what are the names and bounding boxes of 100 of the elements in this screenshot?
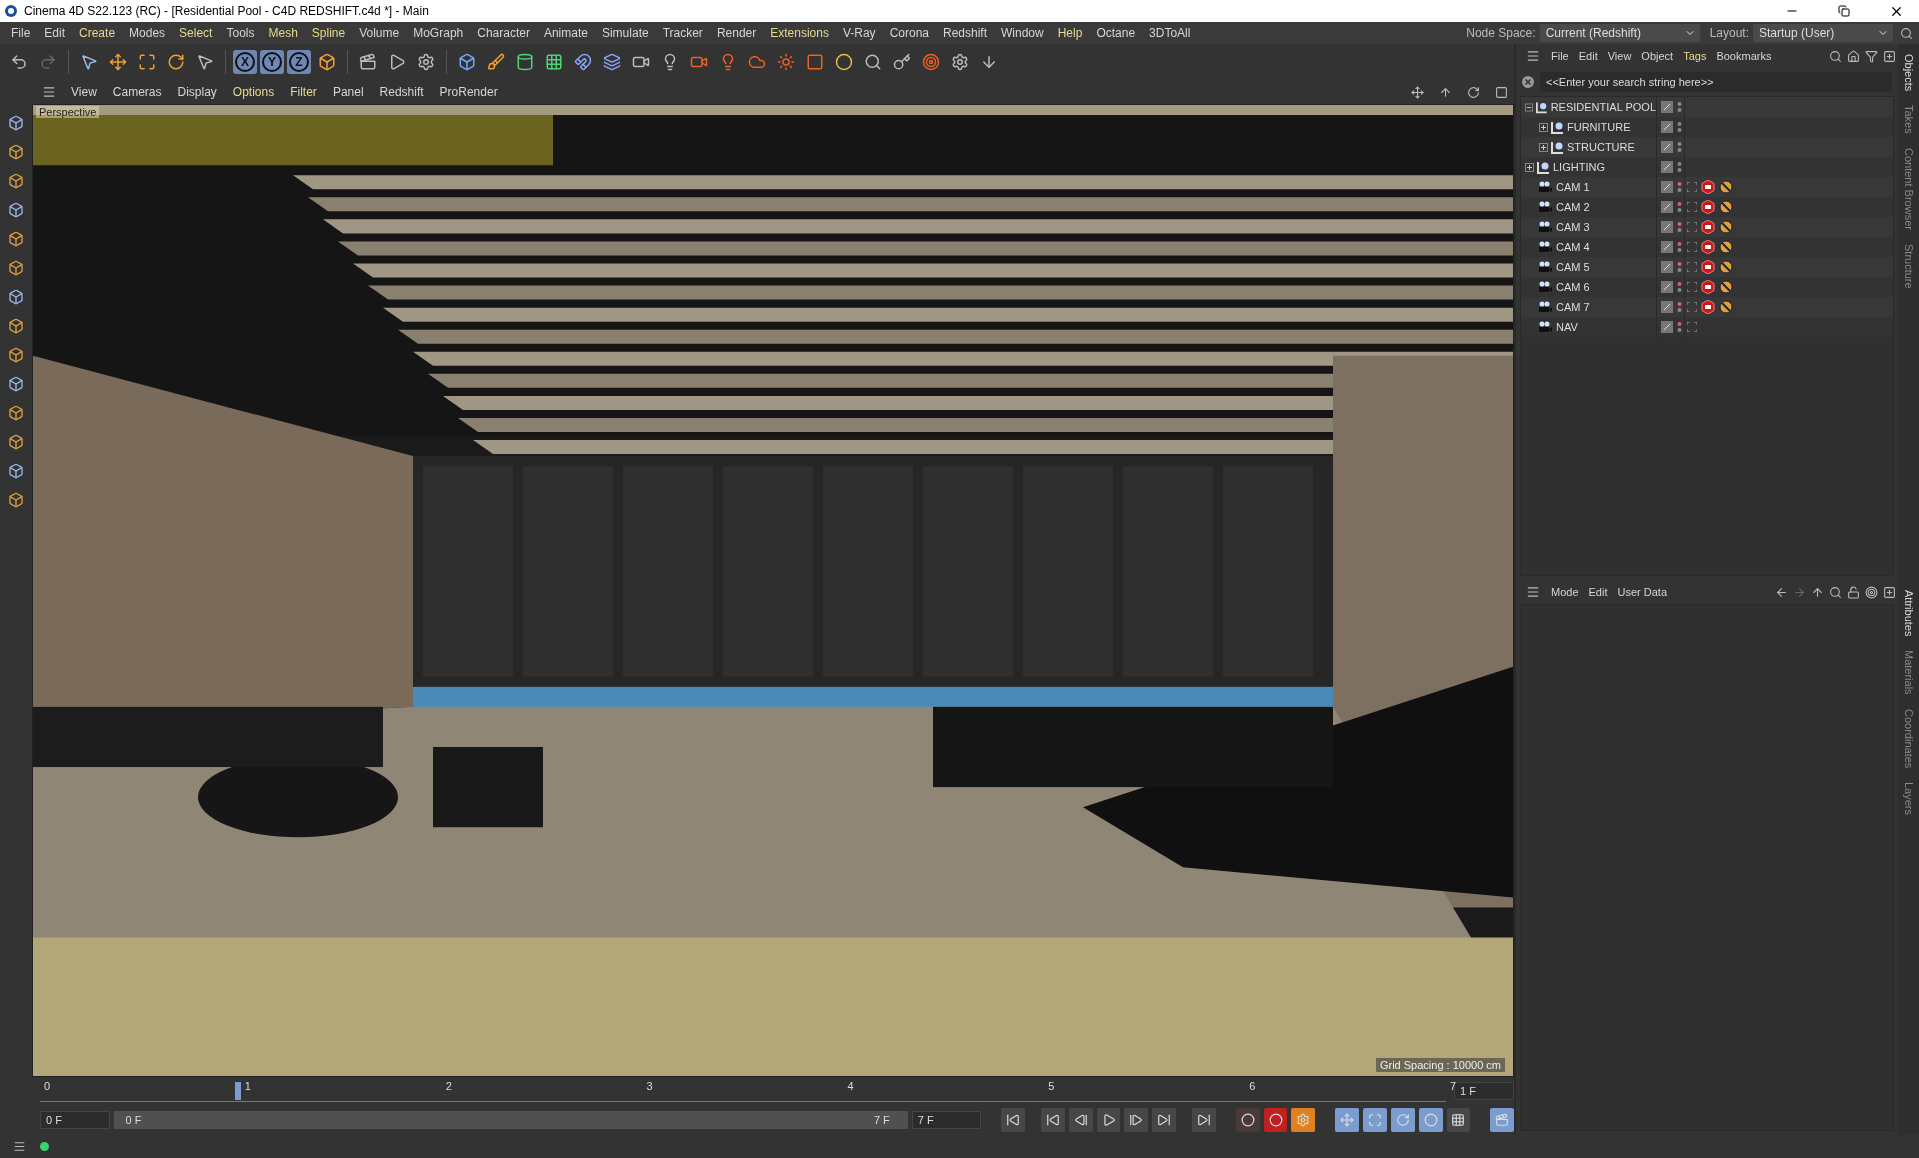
menu-item[interactable]: MoGraph — [406, 26, 471, 40]
visibility-dots-icon[interactable] — [1677, 161, 1682, 173]
menu-item[interactable]: Panel — [325, 85, 371, 99]
expand-icon[interactable] — [1525, 162, 1534, 172]
visibility-dots-icon[interactable] — [1677, 121, 1682, 133]
side-tab[interactable]: Content Browser — [1902, 148, 1915, 230]
search-field[interactable]: <<Enter your search string here>> — [1540, 72, 1892, 92]
menu-item[interactable]: Window — [994, 26, 1051, 40]
target-bracket-icon[interactable] — [1687, 322, 1697, 332]
menu-item[interactable]: Mesh — [261, 26, 305, 40]
record-icon[interactable] — [1263, 1108, 1288, 1132]
menu-item[interactable]: File — [4, 26, 38, 40]
protection-tag-icon[interactable] — [1719, 280, 1733, 294]
visibility-dots-icon[interactable] — [1677, 301, 1682, 313]
menu-item[interactable]: Octane — [1089, 26, 1143, 40]
visibility-dots-icon[interactable] — [1677, 241, 1682, 253]
target-bracket-icon[interactable] — [1687, 222, 1697, 232]
go-to-start-icon[interactable] — [1001, 1108, 1026, 1132]
side-tab[interactable]: Layers — [1902, 782, 1915, 816]
edit-toggle-icon[interactable] — [1661, 161, 1673, 173]
menu-item[interactable]: Edit — [1583, 586, 1613, 598]
menu-item[interactable]: Object — [1636, 50, 1679, 62]
render-camera-tag-icon[interactable] — [1701, 260, 1715, 274]
object-name[interactable]: CAM 2 — [1556, 201, 1590, 213]
object-name[interactable]: CAM 4 — [1556, 241, 1590, 253]
menu-item[interactable]: Tags — [1678, 50, 1712, 62]
menu-item[interactable]: Edit — [1573, 50, 1603, 62]
menu-item[interactable]: Edit — [37, 26, 73, 40]
render-camera-tag-icon[interactable] — [1701, 200, 1715, 214]
menu-item[interactable]: Options — [225, 85, 282, 99]
expand-icon[interactable] — [1539, 122, 1548, 132]
menu-item[interactable]: Tracker — [655, 26, 710, 40]
target-bracket-icon[interactable] — [1687, 242, 1697, 252]
menu-item[interactable]: Simulate — [594, 26, 656, 40]
object-row[interactable]: CAM 3 — [1521, 217, 1893, 237]
side-tab[interactable]: Materials — [1902, 650, 1915, 696]
protection-tag-icon[interactable] — [1719, 220, 1733, 234]
menu-item[interactable]: File — [1546, 50, 1574, 62]
frame-range-field[interactable]: 0 F 7 F — [113, 1111, 908, 1129]
menu-item[interactable]: Select — [172, 26, 220, 40]
edit-toggle-icon[interactable] — [1661, 261, 1673, 273]
menu-item[interactable]: User Data — [1612, 586, 1673, 598]
menu-item[interactable]: View — [1602, 50, 1637, 62]
object-row[interactable]: CAM 1 — [1521, 177, 1893, 197]
visibility-dots-icon[interactable] — [1677, 321, 1682, 333]
visibility-dots-icon[interactable] — [1677, 201, 1682, 213]
render-camera-tag-icon[interactable] — [1701, 280, 1715, 294]
parameter-key-icon[interactable] — [1418, 1108, 1443, 1132]
object-name[interactable]: CAM 5 — [1556, 261, 1590, 273]
menu-item[interactable]: Bookmarks — [1711, 50, 1777, 62]
move-key-icon[interactable] — [1335, 1108, 1360, 1132]
object-name[interactable]: LIGHTING — [1553, 161, 1605, 173]
end-frame-field[interactable]: 7 F — [911, 1111, 982, 1129]
target-bracket-icon[interactable] — [1687, 262, 1697, 272]
point-level-icon[interactable] — [1446, 1108, 1471, 1132]
object-name[interactable]: CAM 7 — [1556, 301, 1590, 313]
menu-item[interactable]: Redshift — [936, 26, 994, 40]
edit-toggle-icon[interactable] — [1661, 301, 1673, 313]
edit-toggle-icon[interactable] — [1661, 241, 1673, 253]
collapse-icon[interactable] — [1525, 102, 1534, 112]
axis-lock-button[interactable]: X — [233, 50, 257, 74]
object-name[interactable]: CAM 6 — [1556, 281, 1590, 293]
menu-item[interactable]: Create — [72, 26, 123, 40]
menu-item[interactable]: View — [64, 85, 104, 99]
go-to-end-icon[interactable] — [1192, 1108, 1216, 1132]
render-camera-tag-icon[interactable] — [1701, 300, 1715, 314]
menu-item[interactable]: Modes — [122, 26, 173, 40]
auto-key-icon[interactable] — [1291, 1108, 1316, 1132]
object-name[interactable]: CAM 1 — [1556, 181, 1590, 193]
axis-lock-button[interactable]: Y — [260, 50, 284, 74]
clear-search-icon[interactable] — [1522, 76, 1534, 88]
node-space-dropdown[interactable]: Current (Redshift) — [1539, 24, 1700, 42]
rotate-key-icon[interactable] — [1390, 1108, 1415, 1132]
step-back-icon[interactable] — [1068, 1108, 1093, 1132]
start-frame-field[interactable]: 0 F — [40, 1111, 110, 1129]
visibility-dots-icon[interactable] — [1677, 261, 1682, 273]
render-camera-tag-icon[interactable] — [1701, 240, 1715, 254]
object-name[interactable]: RESIDENTIAL POOL — [1550, 101, 1656, 113]
timeline-window-icon[interactable] — [1490, 1108, 1515, 1132]
edit-toggle-icon[interactable] — [1661, 181, 1673, 193]
object-name[interactable]: STRUCTURE — [1567, 141, 1635, 153]
protection-tag-icon[interactable] — [1719, 180, 1733, 194]
menu-item[interactable]: Corona — [882, 26, 936, 40]
protection-tag-icon[interactable] — [1719, 300, 1733, 314]
menu-item[interactable]: Character — [470, 26, 537, 40]
menu-item[interactable]: Tools — [219, 26, 262, 40]
target-bracket-icon[interactable] — [1687, 302, 1697, 312]
object-row[interactable]: STRUCTURE — [1521, 137, 1893, 157]
menu-item[interactable]: 3DToAll — [1142, 26, 1198, 40]
menu-item[interactable]: Spline — [304, 26, 353, 40]
object-row[interactable]: RESIDENTIAL POOL — [1521, 97, 1893, 117]
object-name[interactable]: FURNITURE — [1567, 121, 1631, 133]
edit-toggle-icon[interactable] — [1661, 321, 1673, 333]
menu-item[interactable]: Help — [1050, 26, 1090, 40]
edit-toggle-icon[interactable] — [1661, 281, 1673, 293]
side-tab[interactable]: Objects — [1902, 54, 1915, 92]
side-tab[interactable]: Attributes — [1902, 590, 1915, 637]
protection-tag-icon[interactable] — [1719, 260, 1733, 274]
play-icon[interactable] — [1096, 1108, 1121, 1132]
side-tab[interactable]: Takes — [1902, 105, 1915, 135]
